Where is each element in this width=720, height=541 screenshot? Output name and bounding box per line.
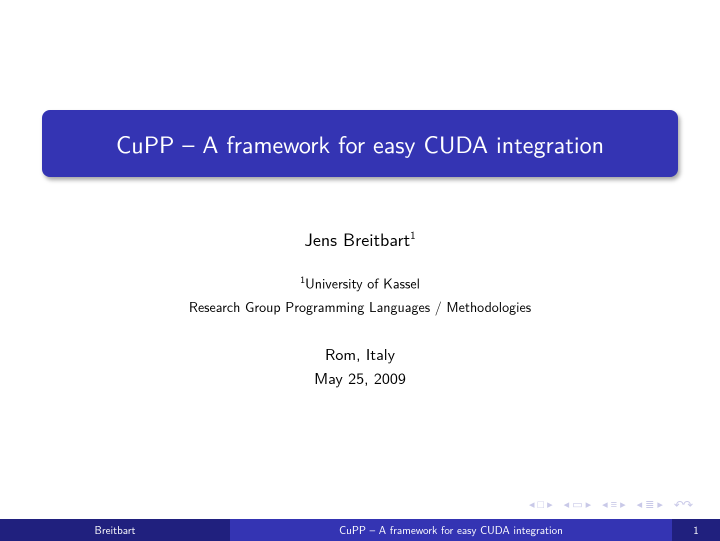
title-page-content: Jens Breitbart1 1University of Kassel Re…	[0, 225, 720, 390]
affiliation-inst: University of Kassel	[305, 274, 420, 294]
slide: CuPP – A framework for easy CUDA integra…	[0, 0, 720, 541]
nav-slide-icon[interactable]: ◂□▸	[529, 496, 554, 512]
author-name: Jens Breitbart	[304, 225, 410, 252]
beamer-nav-symbols[interactable]: ◂□▸ ◂▭▸ ◂≡▸ ◂≣▸ ↶↷	[529, 495, 692, 513]
nav-subsection-icon[interactable]: ◂≡▸	[602, 496, 626, 512]
author-line: Jens Breitbart1	[0, 225, 720, 252]
author-mark: 1	[410, 227, 416, 243]
footline: Breitbart CuPP – A framework for easy CU…	[0, 519, 720, 541]
footer-author: Breitbart	[0, 519, 230, 541]
affiliation-group: Research Group Programming Languages / M…	[0, 297, 720, 318]
nav-frame-icon[interactable]: ◂▭▸	[564, 496, 592, 512]
footer-page-number: 1	[672, 519, 720, 541]
nav-section-icon[interactable]: ◂≣▸	[637, 496, 664, 512]
title-box: CuPP – A framework for easy CUDA integra…	[42, 110, 678, 177]
location: Rom, Italy	[0, 342, 720, 366]
affiliation-institution: 1University of Kassel	[0, 272, 720, 295]
footer-title: CuPP – A framework for easy CUDA integra…	[230, 519, 672, 541]
nav-back-forward-icon[interactable]: ↶↷	[674, 495, 692, 513]
date: May 25, 2009	[0, 366, 720, 390]
presentation-title: CuPP – A framework for easy CUDA integra…	[62, 126, 658, 161]
